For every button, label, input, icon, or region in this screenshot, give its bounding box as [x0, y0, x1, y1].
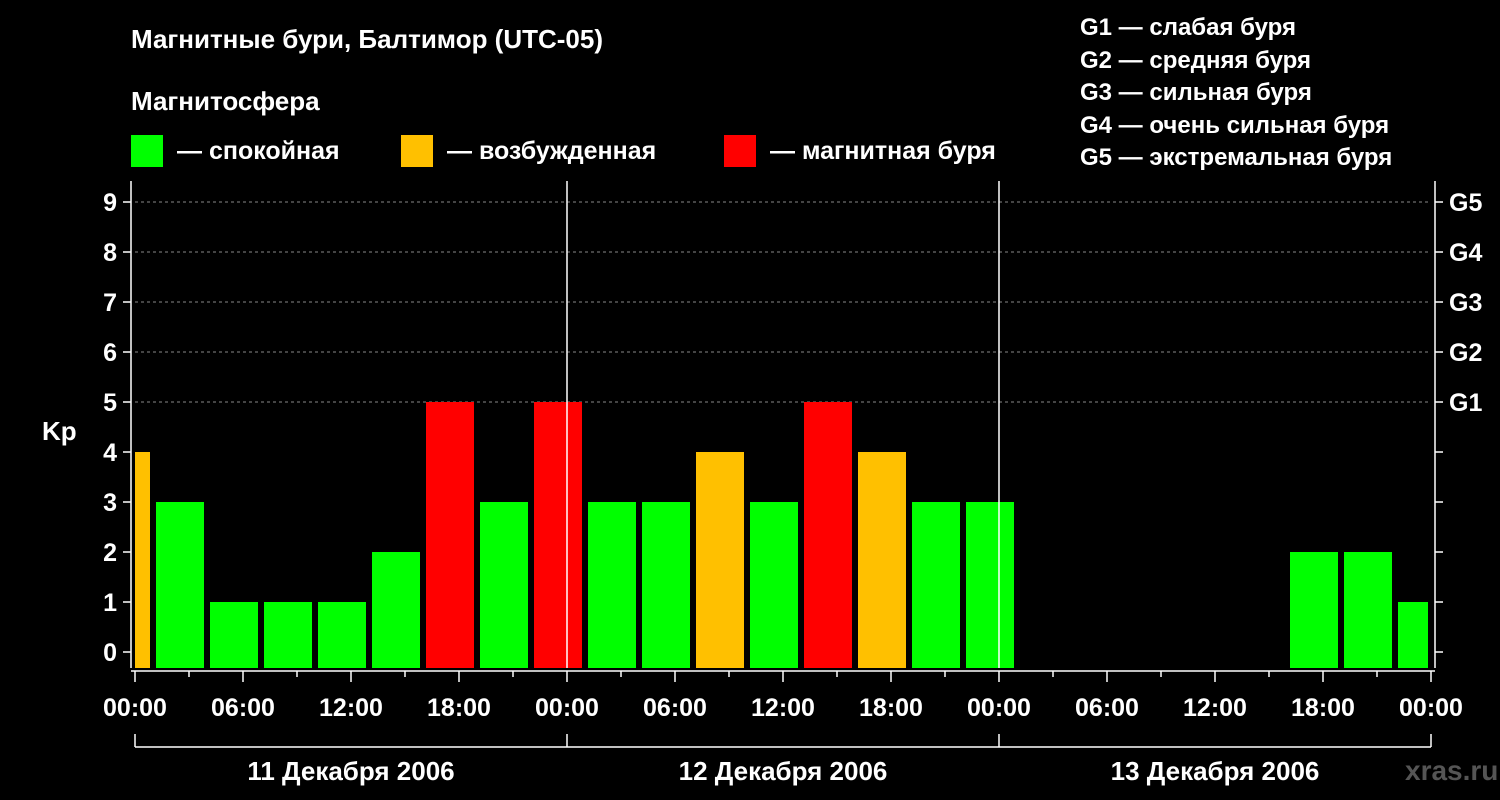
kp-bar: [372, 552, 420, 668]
x-tick-label: 00:00: [1399, 694, 1463, 722]
day-label: 11 Декабря 2006: [247, 756, 454, 786]
x-tick-label: 18:00: [1291, 694, 1355, 722]
kp-bar: [912, 502, 960, 668]
x-tick-label: 18:00: [859, 694, 923, 722]
kp-bar: [1398, 602, 1428, 668]
x-tick-label: 00:00: [967, 694, 1031, 722]
kp-bar: [426, 402, 474, 668]
day-label: 13 Декабря 2006: [1111, 756, 1320, 786]
x-tick-label: 18:00: [427, 694, 491, 722]
kp-bar: [210, 602, 258, 668]
g-axis-label: G2: [1449, 339, 1482, 367]
kp-bar: [642, 502, 690, 668]
kp-bar: [1290, 552, 1338, 668]
x-tick-label: 00:00: [103, 694, 167, 722]
x-tick-label: 06:00: [211, 694, 275, 722]
kp-chart: 0 1 2 3 4 5 6 7 8 9 G1 G2 G3 G4 G5 Kp 00:00 06:00 12:00 18:…: [42, 181, 1482, 786]
x-tick-label: 12:00: [1183, 694, 1247, 722]
kp-bar: [480, 502, 528, 668]
y-tick-label: 5: [103, 389, 117, 417]
x-tick-label: 12:00: [751, 694, 815, 722]
kp-bar: [696, 452, 744, 668]
g-axis-label: G4: [1449, 239, 1482, 267]
y-tick-label: 3: [103, 489, 117, 517]
watermark: xras.ru: [1405, 755, 1499, 786]
kp-bar: [966, 502, 1014, 668]
y-tick-label: 2: [103, 539, 117, 567]
kp-bar: [534, 402, 582, 668]
kp-bar: [156, 502, 204, 668]
x-tick-label: 00:00: [535, 694, 599, 722]
y-tick-label: 1: [103, 589, 117, 617]
y-axis-label: Kp: [42, 416, 77, 446]
y-tick-label: 6: [103, 339, 117, 367]
kp-bar: [135, 452, 150, 668]
y-tick-label: 4: [103, 439, 117, 467]
kp-bar: [858, 452, 906, 668]
x-tick-label: 12:00: [319, 694, 383, 722]
kp-bar: [1344, 552, 1392, 668]
y-tick-label: 7: [103, 289, 117, 317]
kp-bar: [264, 602, 312, 668]
x-tick-label: 06:00: [643, 694, 707, 722]
g-axis-label: G1: [1449, 389, 1482, 417]
y-tick-label: 0: [103, 639, 117, 667]
kp-bar: [588, 502, 636, 668]
x-tick-label: 06:00: [1075, 694, 1139, 722]
y-tick-label: 8: [103, 239, 117, 267]
g-axis-label: G3: [1449, 289, 1482, 317]
g-axis-label: G5: [1449, 189, 1482, 217]
day-label: 12 Декабря 2006: [679, 756, 888, 786]
y-tick-label: 9: [103, 189, 117, 217]
kp-bar: [804, 402, 852, 668]
kp-bar: [750, 502, 798, 668]
kp-bar: [318, 602, 366, 668]
